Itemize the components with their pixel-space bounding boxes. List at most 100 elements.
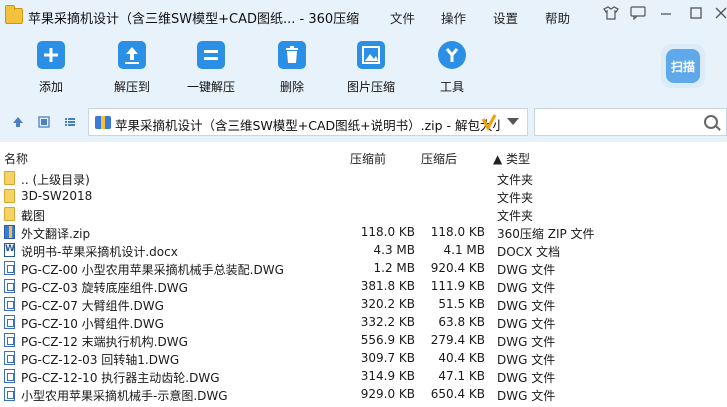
file-type: DWG 文件 [497, 299, 556, 313]
file-name: PG-CZ-03 旋转底座组件.DWG [21, 281, 188, 295]
delete-label: 删除 [279, 80, 304, 94]
delete-button[interactable]: 删除 [257, 38, 327, 98]
image-compress-icon [357, 41, 385, 69]
dwg-icon [4, 387, 15, 401]
column-before[interactable]: 压缩前 [350, 150, 386, 167]
image-compress-button[interactable]: 图片压缩 [336, 38, 406, 98]
tools-icon [438, 41, 466, 69]
extract-icon [118, 41, 146, 69]
file-name: 外文翻译.zip [21, 227, 91, 241]
minimize-icon[interactable] [659, 6, 673, 24]
dwg-icon [4, 279, 15, 293]
folder-icon [4, 189, 15, 203]
scan-button[interactable]: 扫描 [657, 40, 709, 92]
dwg-icon [4, 261, 15, 275]
file-row[interactable]: .. (上级目录) 文件夹 [0, 170, 727, 188]
file-name: 说明书-苹果采摘机设计.docx [21, 245, 178, 259]
file-size-before: 1.2 MB [373, 261, 415, 275]
address-bar: 苹果采摘机设计（含三维SW模型+CAD图纸+说明书）.zip - 解包大小 [0, 102, 727, 142]
extract-to-button[interactable]: 解压到 [97, 38, 167, 98]
app-folder-icon [5, 5, 23, 24]
zip-archive-icon [95, 116, 111, 129]
menu-settings[interactable]: 设置 [493, 8, 518, 27]
column-name[interactable]: 名称 [4, 150, 28, 167]
file-type: DWG 文件 [497, 335, 556, 349]
file-size-before: 381.8 KB [360, 279, 415, 293]
zip-icon [4, 225, 15, 239]
file-name: PG-CZ-12 末端执行机构.DWG [21, 335, 188, 349]
archive-path: 苹果采摘机设计（含三维SW模型+CAD图纸+说明书）.zip - 解包大小 [115, 118, 500, 133]
file-type: DOCX 文档 [497, 245, 561, 259]
file-size-after: 4.1 MB [443, 243, 485, 257]
up-arrow-icon[interactable] [12, 116, 24, 128]
feedback-icon[interactable] [630, 6, 646, 24]
skin-icon[interactable] [603, 6, 619, 24]
file-type: DWG 文件 [497, 317, 556, 331]
tools-label: 工具 [439, 80, 464, 94]
address-field[interactable]: 苹果采摘机设计（含三维SW模型+CAD图纸+说明书）.zip - 解包大小 [88, 108, 528, 136]
dropdown-arrow-icon[interactable] [507, 118, 519, 125]
trash-icon [278, 41, 306, 69]
file-name: PG-CZ-00 小型农用苹果采摘机械手总装配.DWG [21, 263, 284, 277]
dwg-icon [4, 369, 15, 383]
file-row[interactable]: PG-CZ-00 小型农用苹果采摘机械手总装配.DWG 1.2 MB 920.4 K… [0, 260, 727, 278]
file-row[interactable]: PG-CZ-07 大臂组件.DWG 320.2 KB 51.5 KB DWG 文件 [0, 296, 727, 314]
file-name: 截图 [21, 209, 46, 223]
file-type: 文件夹 [497, 209, 534, 223]
file-list: .. (上级目录) 文件夹 3D-SW2018 文件夹 截图 文件夹 外文翻译.zip 118… [0, 170, 727, 404]
add-button[interactable]: 添加 [16, 38, 86, 98]
menu-operation[interactable]: 操作 [441, 8, 466, 27]
file-size-before: 320.2 KB [360, 297, 415, 311]
file-type: 360压缩 ZIP 文件 [497, 227, 595, 241]
file-size-after: 111.9 KB [430, 279, 485, 293]
column-after[interactable]: 压缩后 [421, 150, 457, 167]
one-click-extract-icon [197, 41, 225, 69]
file-name: .. (上级目录) [21, 173, 90, 187]
one-click-extract-label: 一键解压 [186, 80, 235, 94]
column-type[interactable]: ▲ 类型 [493, 150, 530, 167]
file-row[interactable]: 外文翻译.zip 118.0 KB 118.0 KB 360压缩 ZIP 文件 [0, 224, 727, 242]
file-name: 3D-SW2018 [21, 189, 93, 203]
menu-help[interactable]: 帮助 [545, 8, 570, 27]
file-size-before: 314.9 KB [360, 369, 415, 383]
dwg-icon [4, 333, 15, 347]
file-size-before: 929.0 KB [360, 387, 415, 401]
tools-button[interactable]: 工具 [417, 38, 487, 98]
file-size-before: 309.7 KB [360, 351, 415, 365]
menu-file[interactable]: 文件 [390, 8, 415, 27]
file-row[interactable]: PG-CZ-10 小臂组件.DWG 332.2 KB 63.8 KB DWG 文件 [0, 314, 727, 332]
file-row[interactable]: PG-CZ-12-03 回转轴1.DWG 309.7 KB 40.4 KB DWG 文… [0, 350, 727, 368]
extract-to-label: 解压到 [113, 80, 150, 94]
file-row[interactable]: PG-CZ-12-10 执行器主动齿轮.DWG 314.9 KB 47.1 KB DW… [0, 368, 727, 386]
file-row[interactable]: PG-CZ-03 旋转底座组件.DWG 381.8 KB 111.9 KB DWG 文… [0, 278, 727, 296]
file-size-before: 4.3 MB [373, 243, 415, 257]
file-type: DWG 文件 [497, 281, 556, 295]
file-type: DWG 文件 [497, 389, 556, 403]
file-row[interactable]: 截图 文件夹 [0, 206, 727, 224]
dwg-icon [4, 297, 15, 311]
file-name: PG-CZ-07 大臂组件.DWG [21, 299, 164, 313]
file-size-after: 51.5 KB [438, 297, 485, 311]
search-icon[interactable] [704, 115, 718, 129]
search-input[interactable] [534, 108, 727, 136]
file-type: DWG 文件 [497, 263, 556, 277]
add-label: 添加 [38, 80, 63, 94]
docx-icon [4, 243, 15, 257]
file-name: 小型农用苹果采摘机械手-示意图.DWG [21, 389, 228, 403]
list-view-icon[interactable] [64, 116, 76, 128]
file-type: DWG 文件 [497, 353, 556, 367]
file-size-after: 920.4 KB [430, 261, 485, 275]
view-icon[interactable] [38, 116, 50, 128]
close-icon[interactable] [714, 6, 727, 24]
image-compress-label: 图片压缩 [346, 80, 395, 94]
file-row[interactable]: 3D-SW2018 文件夹 [0, 188, 727, 206]
maximize-icon[interactable] [689, 6, 703, 24]
file-row[interactable]: 说明书-苹果采摘机设计.docx 4.3 MB 4.1 MB DOCX 文档 [0, 242, 727, 260]
title-bar: 苹果采摘机设计（含三维SW模型+CAD图纸... - 360压缩 文件 操作 设… [0, 0, 727, 32]
dwg-icon [4, 315, 15, 329]
file-row[interactable]: 小型农用苹果采摘机械手-示意图.DWG 929.0 KB 650.4 KB DWG 文… [0, 386, 727, 404]
file-row[interactable]: PG-CZ-12 末端执行机构.DWG 556.9 KB 279.4 KB DWG 文… [0, 332, 727, 350]
one-click-extract-button[interactable]: 一键解压 [176, 38, 246, 98]
file-size-after: 118.0 KB [430, 225, 485, 239]
file-name: PG-CZ-10 小臂组件.DWG [21, 317, 164, 331]
